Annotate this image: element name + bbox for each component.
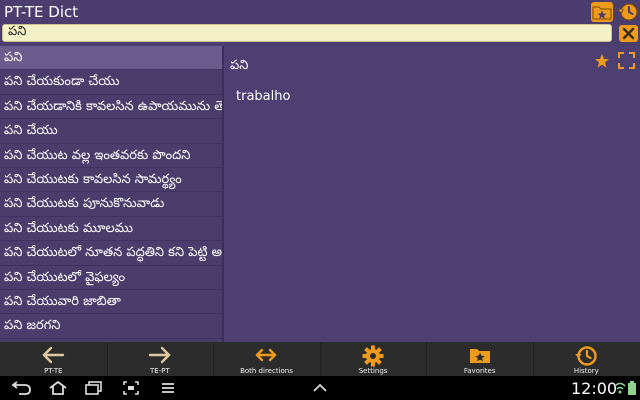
history-button[interactable]	[617, 2, 639, 22]
arrow-left-icon	[42, 346, 65, 364]
nav-favorites-button[interactable]: Favorites	[426, 342, 534, 376]
word-list-item[interactable]: పని చేయుటకు కావలసిన సామర్థ్యం	[0, 168, 222, 193]
wifi-icon	[614, 382, 626, 394]
word-list-item[interactable]: పని చేయుటలో వైఫల్యం	[0, 266, 222, 290]
word-list-item[interactable]: పని	[0, 46, 222, 71]
clear-search-button[interactable]	[619, 25, 638, 42]
nav-label: Favorites	[463, 367, 496, 375]
add-favorite-star-icon[interactable]	[594, 53, 610, 69]
search-row	[0, 24, 640, 44]
detail-headword: పని	[230, 58, 249, 73]
favorites-button[interactable]	[591, 2, 613, 22]
arrow-right-icon	[148, 346, 171, 364]
recent-apps-icon[interactable]	[84, 380, 104, 396]
nav-label: Both directions	[240, 367, 293, 375]
nav-history-button[interactable]: History	[533, 342, 640, 376]
nav-label: Settings	[358, 367, 388, 375]
nav-both-directions-button[interactable]: Both directions	[213, 342, 321, 376]
word-list-item[interactable]: పని చేయకుండా చేయు	[0, 70, 222, 95]
app-title: PT-TE Dict	[4, 3, 79, 21]
menu-icon[interactable]	[160, 380, 176, 396]
fullscreen-icon[interactable]	[618, 52, 635, 69]
word-list-item[interactable]: పని చేయడానికి కావలసిన ఉపాయమును తె	[0, 95, 222, 120]
screenshot-icon[interactable]	[122, 380, 140, 396]
nav-label: TE-PT	[150, 367, 170, 375]
word-list-item[interactable]: పని చేయుట వల్ల ఇంతవరకు పొందని	[0, 144, 222, 168]
battery-icon	[628, 381, 636, 395]
nav-label: PT-TE	[44, 367, 63, 375]
back-icon[interactable]	[10, 380, 32, 396]
gear-icon	[362, 345, 384, 367]
word-list: పని పని చేయకుండా చేయు పని చేయడానికి కావలసి…	[0, 46, 222, 342]
word-list-item[interactable]: పని చేయు	[0, 119, 222, 144]
nav-label: History	[573, 367, 599, 375]
home-icon[interactable]	[48, 380, 68, 396]
word-list-item[interactable]: పని చేయుటకు మూలము	[0, 217, 222, 242]
detail-translation: trabalho	[236, 89, 291, 104]
search-input[interactable]	[2, 24, 612, 42]
history-icon	[575, 346, 597, 366]
favorites-folder-icon	[592, 6, 612, 20]
word-list-item[interactable]: పని చేయుటలో నూతన పద్ధతిని కని పెట్టి అ	[0, 241, 222, 266]
system-bar: 12:00	[0, 376, 640, 400]
nav-pt-te-button[interactable]: PT-TE	[0, 342, 108, 376]
detail-pane: పని trabalho	[224, 46, 640, 342]
chevron-up-icon[interactable]	[311, 380, 329, 396]
history-icon	[617, 3, 638, 21]
word-list-item[interactable]: పని చేయువారి జాబితా	[0, 290, 222, 315]
nav-te-pt-button[interactable]: TE-PT	[107, 342, 215, 376]
word-list-item[interactable]: పని జరగని	[0, 314, 222, 339]
word-list-item[interactable]: పని చేయుటకు పూనుకొనువాడు	[0, 192, 222, 217]
close-icon	[622, 27, 635, 40]
bottom-nav: PT-TE TE-PT Both directions Settings Fav…	[0, 342, 640, 376]
title-bar: PT-TE Dict	[0, 0, 640, 24]
favorites-folder-icon	[469, 349, 490, 363]
clock: 12:00	[571, 379, 618, 398]
nav-settings-button[interactable]: Settings	[320, 342, 428, 376]
arrows-both-icon	[255, 348, 278, 362]
